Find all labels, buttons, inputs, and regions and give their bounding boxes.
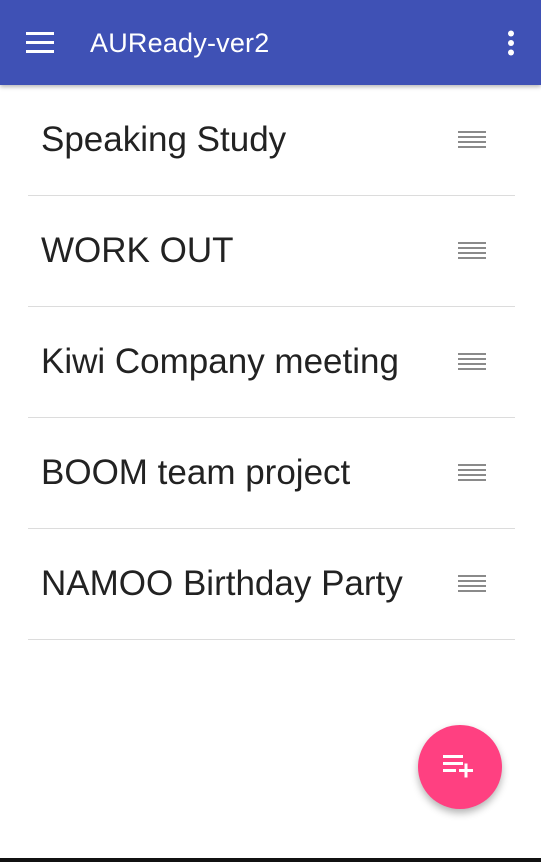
app-title: AUReady-ver2: [90, 28, 270, 58]
list-item[interactable]: WORK OUT: [28, 196, 515, 307]
app-bar: AUReady-ver2: [0, 0, 541, 85]
add-list-fab-button[interactable]: [418, 725, 502, 809]
list-item-label: Speaking Study: [41, 120, 287, 159]
hamburger-menu-icon: [26, 32, 54, 53]
list-item[interactable]: BOOM team project: [28, 418, 515, 529]
reorder-icon: [458, 575, 486, 592]
reorder-icon: [458, 131, 486, 148]
more-vert-icon: [508, 30, 514, 56]
list-item-label: BOOM team project: [41, 453, 351, 492]
menu-button[interactable]: [20, 23, 60, 63]
list-item-label: NAMOO Birthday Party: [41, 564, 403, 603]
list-item[interactable]: NAMOO Birthday Party: [28, 529, 515, 640]
playlist-add-icon: [443, 755, 473, 778]
list-item[interactable]: Speaking Study: [28, 85, 515, 196]
reorder-icon: [458, 242, 486, 259]
reorder-icon: [458, 464, 486, 481]
list-item-label: WORK OUT: [41, 231, 234, 270]
list-item-label: Kiwi Company meeting: [41, 342, 399, 381]
drag-handle[interactable]: [456, 239, 488, 263]
drag-handle[interactable]: [456, 461, 488, 485]
task-list: Speaking Study WORK OUT Kiwi Company mee…: [28, 85, 515, 640]
drag-handle[interactable]: [456, 128, 488, 152]
overflow-menu-button[interactable]: [498, 23, 526, 63]
list-item[interactable]: Kiwi Company meeting: [28, 307, 515, 418]
reorder-icon: [458, 353, 486, 370]
screen-bottom-edge: [0, 858, 541, 862]
drag-handle[interactable]: [456, 572, 488, 596]
drag-handle[interactable]: [456, 350, 488, 374]
